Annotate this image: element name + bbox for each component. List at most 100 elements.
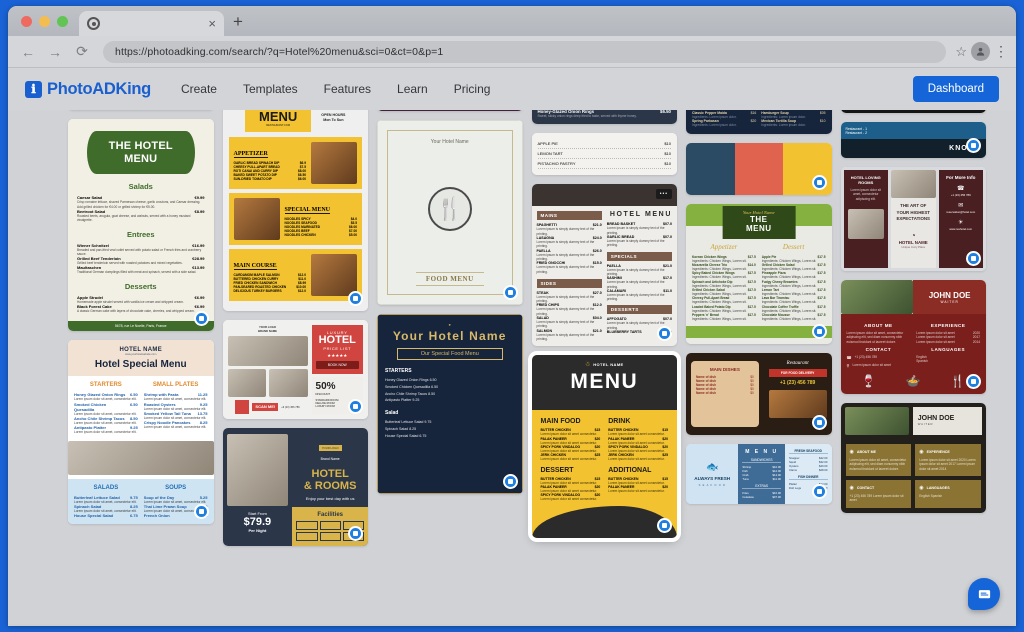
template-card[interactable]: THE HOTEL MENU Salads Caesar Salad €9.99 C… [68,119,214,332]
item-name: Name of dish [696,391,717,396]
profile-avatar-icon[interactable] [971,42,990,61]
close-window-button[interactable] [21,16,32,27]
subtitle: PRICE LIST [323,346,352,351]
menu-column: Soups Hamburger Soup$05Ingredients: Lore… [761,110,825,128]
maximize-window-button[interactable] [57,16,68,27]
template-title: THE MENU [745,214,772,233]
browser-tab[interactable]: × [79,11,224,36]
template-card[interactable]: JOHN DOE WAITER ◉ ABOUT ME Lorem ipsum do… [840,402,986,513]
item-price: $07.00 [772,495,781,500]
template-card[interactable]: YOUR HOTEL NAME The Menu Main Course Cla… [686,110,832,134]
close-tab-icon[interactable]: × [208,17,216,30]
menu-item-row: Lemon Tart $17.5 Ingredients: Chicken Wing… [762,288,826,296]
item-description: Ingredients: Chicken Wings, Lorem sit. [761,283,817,288]
template-card[interactable]: ⚔ BERGER JOINT 🍔 SPECIALS [840,110,986,113]
item-description: Lorem ipsum dolor sit amet, consectetur … [143,499,207,504]
browser-toolbar: ← → ⟳ https://photoadking.com/search/?q=… [8,36,1016,68]
food-photo [311,142,357,184]
template-thumbnail: Start From $79.9 Per Night YOUR LOGO Bra… [222,428,368,547]
item-description: Ingredients: Chicken Wings, Lorem sit. [692,291,747,296]
reload-icon[interactable]: ⟳ [70,40,94,64]
template-card[interactable]: Your Hotel Name THE MENU Appetizer Korea… [686,203,832,345]
nav-item-create[interactable]: Create [181,82,217,96]
template-card[interactable]: YOUR LOGO BRAND NAME SCAN ME! +9 (23) 45… [222,320,368,419]
section-heading: DESSERT [540,466,574,474]
nav-item-learn[interactable]: Learn [397,82,428,96]
template-card[interactable] [377,110,523,111]
book-now-button[interactable]: BOOK NOW [315,361,359,369]
title-line-1: THE HOTEL [108,140,173,152]
price-unit: Per Night [248,528,267,533]
fish-icon: 🐟 [705,461,719,473]
menu-columns: Appetizer Korean Chicken Wings $17.5 Ingre… [686,236,832,322]
menu-item-row: Smoked Yellow Tail Tuna 13.75 Lorem ipsum … [144,411,208,420]
template-card[interactable]: APPLE PIE $10 LEMON TART $10 PISTACHIO PAS… [531,133,677,176]
color-block [686,142,735,195]
menu-item-row: PAELLA $26.0 Lorem ipsum is simply dummy t… [537,249,602,262]
browser-menu-icon[interactable]: ⋮ [994,44,1008,59]
template-card[interactable]: JOHN DOE WAITER ABOUT ME Lorem ipsum dol… [840,280,986,394]
template-thumbnail: YOUR LOGO BRAND NAME SCAN ME! +9 (23) 45… [222,320,368,419]
item-description: Ingredients: Chicken Wings, Lorem sit. [761,300,817,305]
browser-window: × + ← → ⟳ https://photoadking.com/search… [8,6,1016,626]
template-card[interactable]: Your Hotel Name Our Special Dine-In Menu… [531,110,677,125]
minimize-window-button[interactable] [39,16,50,27]
template-title: Your Hotel Name [392,329,507,343]
template-card-selected[interactable]: ☃ HOTEL NAME MENU MAIN FOOD BUTTER CHICK… [527,351,681,543]
chat-support-button[interactable] [968,578,1000,610]
template-card[interactable]: HOTEL LOVING ROOMS Lorem ipsum dolor sit… [840,167,986,271]
item-description: Sweet, sticky onion rings deep fried to … [537,114,637,118]
template-card[interactable]: 🐟 ALWAYS FRESH S E A F O O D M E N U SAN… [686,444,832,505]
template-card[interactable] [686,142,832,195]
template-card[interactable]: ❖ Your Hotel Name Our Special Food Menu … [377,314,523,494]
item-description: Ingredients: Lorem ipsum dolor. [761,123,806,128]
address-bar-url: https://photoadking.com/search/?q=Hotel%… [115,45,444,58]
item-name: Butterleaf Lettuce Salad [385,420,424,425]
hotel-photo [227,369,267,397]
new-tab-button[interactable]: + [224,13,252,36]
item-description: Lorem ipsum dolor sit amet, consectetur … [74,397,137,402]
template-card[interactable]: Restaurant - 1 Restaurant - 2 KNOWS [840,122,986,158]
bookmark-star-icon[interactable]: ☆ [955,44,967,60]
back-icon[interactable]: ← [16,40,40,64]
item-description: Roasted beets, arugula, goat cheese, and… [77,213,191,223]
menu-item-row: Smoked Chicken Quesadilla 6.50 [385,384,515,391]
cutting-board: MAIN DISHES Name of dish $0 Name of dish $… [691,361,759,428]
dashboard-button[interactable]: Dashboard [912,76,999,102]
item-description: Lorem ipsum dolor sit amet consectetur. [608,480,665,485]
forward-icon[interactable]: → [43,40,67,64]
menu-item-row: PALAK PANEER $20 Lorem ipsum dolor sit ame… [608,437,668,445]
item-description: Lorem ipsum is simply dummy text of the … [536,294,595,304]
menu-section: APPETIZER GARLIC BREAD SPINACH DIP $6.9 C… [228,137,362,189]
brand-name: ALWAYS FRESH [694,475,731,481]
nav-item-templates[interactable]: Templates [243,82,298,96]
nav-item-features[interactable]: Features [324,82,371,96]
main-navigation: Create Templates Features Learn Pricing [181,82,490,96]
nav-item-pricing[interactable]: Pricing [454,82,491,96]
item-description: Lorem ipsum dolor sit amet consectetur. [608,440,665,445]
item-name: NOODLES CHICKEN [284,233,316,237]
template-card[interactable]: Your Hotel Name 🍴 FOOD MENU [377,120,523,305]
site-logo[interactable]: ℹ PhotoADKing [25,80,151,99]
address-bar[interactable]: https://photoadking.com/search/?q=Hotel%… [103,40,947,63]
hotel-photo [227,336,308,366]
item-name: PISTACHIO PASTRY [537,161,576,167]
item-description: Traditional German dumplings filled with… [77,270,197,275]
item-price: 8.50 [428,391,436,396]
template-card[interactable]: MAIN DISHES Name of dish $0 Name of dish $… [686,353,832,436]
template-card[interactable]: Start From $79.9 Per Night YOUR LOGO Bra… [222,428,368,547]
template-card[interactable]: ••• MAINS SPAGHETTI $21.0 Lorem ipsum is s… [531,184,677,347]
template-card[interactable]: HOTEL NAME www.yourhotelwebsite.com Hote… [68,340,214,525]
template-subtitle: Our Special Food Menu [397,348,503,360]
item-description: Lorem ipsum dolor sit amet, consectetur … [74,430,137,435]
template-card[interactable]: MENU RESTAURANT.COM OPEN HOURS Mon To Su… [222,110,368,311]
menu-item-row: SPICY PORK VINDALOO $20 Lorem ipsum dolor … [541,445,601,453]
tile-heading: ABOUT ME [856,449,877,454]
premium-badge-icon [502,474,518,489]
template-thumbnail: 🐟 ALWAYS FRESH S E A F O O D M E N U SAN… [686,444,832,505]
resume-body: ABOUT ME Lorem ipsum dolor sit amet, con… [840,314,986,394]
item-price: $10 [664,141,671,147]
more-options-icon[interactable]: ••• [655,189,672,200]
menu-column: Main Course Classic Pepper Maida$16Ingre… [692,110,756,128]
window-controls[interactable] [8,16,79,36]
